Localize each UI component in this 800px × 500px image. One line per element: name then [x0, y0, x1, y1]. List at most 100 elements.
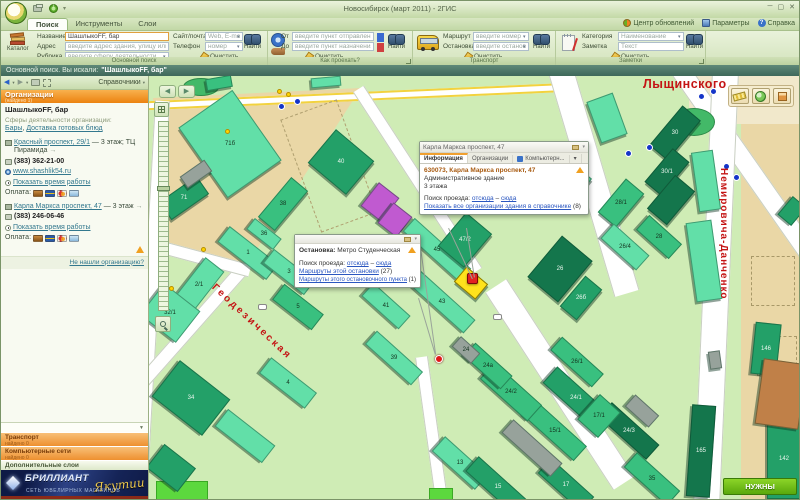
address-link[interactable]: Красный проспект, 29/1: [14, 139, 90, 146]
sphere-link[interactable]: Доставка готовых блюд: [26, 125, 102, 132]
transport-find-button[interactable]: Найти: [533, 33, 550, 50]
ad-banner[interactable]: БРИЛЛИАНТ Якутии СЕТЬ ЮВЕЛИРНЫХ МАГАЗИНО…: [1, 470, 148, 496]
note-input[interactable]: [618, 42, 684, 51]
tab-poisk[interactable]: Поиск: [27, 18, 68, 30]
forward-dropdown-icon[interactable]: ▾: [26, 80, 28, 86]
close-button[interactable]: ✕: [789, 3, 795, 11]
print-icon[interactable]: [572, 145, 579, 150]
working-hours-link[interactable]: Показать время работы: [13, 224, 91, 233]
not-found-link[interactable]: Не нашли организацию?: [70, 259, 145, 266]
from-person-icon[interactable]: [377, 33, 384, 42]
working-hours-link[interactable]: Показать время работы: [13, 179, 91, 188]
directories-button[interactable]: Справочники▾: [98, 79, 145, 86]
transport-route-input[interactable]: [473, 32, 529, 41]
route-to-link[interactable]: сюда: [376, 260, 391, 267]
from-input[interactable]: [292, 32, 374, 41]
route-find-button[interactable]: Найти: [388, 33, 405, 50]
route-to-link[interactable]: сюда: [501, 195, 516, 202]
warning-icon[interactable]: [136, 246, 144, 253]
bus-stop-marker[interactable]: [278, 103, 285, 110]
minimize-button[interactable]: ─: [768, 3, 773, 11]
sidebar-panel-transport[interactable]: Транспорт найдено 0: [1, 432, 148, 446]
select-region-button[interactable]: [43, 79, 51, 87]
globe-tool-button[interactable]: [752, 88, 770, 104]
all-orgs-link[interactable]: Показать все организации здания в справо…: [424, 203, 571, 210]
selected-stop-marker[interactable]: [435, 355, 443, 363]
popup-titlebar[interactable]: Карла Маркса проспект, 47 ▾: [420, 142, 588, 153]
3d-view-button[interactable]: [773, 88, 791, 104]
back-button[interactable]: ◀: [4, 78, 9, 88]
app-logo-button[interactable]: [5, 2, 27, 24]
update-center-button[interactable]: Центр обновлений: [623, 19, 694, 27]
building-icon: [5, 204, 12, 210]
help-button[interactable]: ?Справка: [758, 19, 795, 27]
popup-tabs-overflow[interactable]: ▾: [570, 154, 582, 163]
warning-icon[interactable]: [408, 247, 416, 253]
parameters-button[interactable]: Параметры: [702, 19, 749, 27]
notes-find-button[interactable]: Найти: [686, 33, 703, 50]
phone-dropdown-icon[interactable]: ▾: [237, 44, 240, 50]
group-caption-transport: Транспорт: [413, 57, 555, 65]
map-canvas[interactable]: 71б712/132/13413543640384543413947/21315…: [149, 76, 799, 499]
website-link[interactable]: www.shashlik54.ru: [13, 168, 71, 177]
bus-stop-marker[interactable]: [646, 144, 653, 151]
name-input[interactable]: [65, 32, 169, 41]
goto-map-icon[interactable]: →: [49, 147, 56, 154]
address-input[interactable]: [65, 42, 169, 51]
stop-point-routes-link[interactable]: Маршруты этого остановочного пункта: [299, 277, 407, 283]
chevron-down-icon[interactable]: ▾: [414, 236, 417, 242]
popup-titlebar[interactable]: ▾: [295, 235, 420, 244]
ruler-tool-button[interactable]: [731, 88, 749, 104]
clock-icon: [5, 180, 11, 186]
need-clients-button[interactable]: НУЖНЫ КЛИЕНТЫ?: [723, 478, 797, 495]
sidebar-panel-networks[interactable]: Компьютерные сети найдено 0: [1, 446, 148, 460]
tab-instrumenty[interactable]: Инструменты: [68, 18, 131, 30]
stop-label: Остановка: [443, 42, 475, 51]
back-dropdown-icon[interactable]: ▾: [12, 80, 14, 86]
print-icon[interactable]: [404, 237, 411, 242]
site-dropdown-icon[interactable]: ▾: [237, 34, 240, 40]
to-input[interactable]: [292, 42, 374, 51]
results-collapse-row[interactable]: ▼: [1, 422, 148, 432]
results-header[interactable]: Организации (найдено 1): [1, 90, 148, 103]
route-dialog-launcher[interactable]: [406, 59, 411, 64]
sidebar-panel-extra-layers[interactable]: Дополнительные слои: [1, 460, 148, 470]
map-mode-button[interactable]: [154, 102, 169, 117]
stop-routes-link[interactable]: Маршруты этой остановки: [299, 268, 379, 275]
notes-dialog-launcher[interactable]: [699, 59, 704, 64]
goto-map-icon[interactable]: →: [136, 203, 143, 210]
category-dropdown[interactable]: [618, 32, 684, 41]
sphere-link[interactable]: Бары: [5, 125, 22, 132]
catalog-button[interactable]: Каталог: [7, 32, 29, 52]
route-from-link[interactable]: отсюда: [347, 260, 369, 267]
route-from-link[interactable]: отсюда: [472, 195, 494, 202]
address-link[interactable]: Карла Маркса проспект, 47: [14, 203, 102, 210]
stop-dropdown-icon[interactable]: ▾: [523, 44, 526, 50]
zoom-slider-handle[interactable]: [157, 186, 170, 191]
bus-stop-marker[interactable]: [625, 150, 632, 157]
restore-button[interactable]: ▢: [778, 3, 785, 11]
bus-stop-marker[interactable]: [733, 174, 740, 181]
popup-tab-networks[interactable]: Компьютерн...: [513, 155, 569, 163]
tab-sloi[interactable]: Слои: [130, 18, 164, 30]
to-person-icon[interactable]: [377, 43, 384, 52]
zoom-magnifier-button[interactable]: [155, 316, 171, 332]
payment-visa-icon: [45, 235, 55, 242]
chevron-down-icon[interactable]: ▾: [582, 144, 585, 150]
print-results-button[interactable]: [31, 79, 40, 86]
bus-stop-marker[interactable]: [698, 93, 705, 100]
zoom-slider-track[interactable]: [158, 121, 169, 311]
markers-layer: [149, 76, 799, 499]
stop-input[interactable]: [473, 42, 529, 51]
status-query: "ШашлыкоFF, бар": [101, 67, 167, 74]
warning-icon[interactable]: [576, 167, 584, 173]
category-dropdown-icon[interactable]: ▾: [678, 34, 681, 40]
popup-tab-info[interactable]: Информация: [420, 153, 468, 163]
popup-tab-orgs[interactable]: Организации: [468, 155, 513, 163]
forward-button[interactable]: ▶: [18, 78, 23, 88]
transport-route-dropdown-icon[interactable]: ▾: [523, 34, 526, 40]
pan-right-button[interactable]: ▶: [178, 85, 195, 98]
pan-left-button[interactable]: ◀: [159, 85, 176, 98]
bus-stop-marker[interactable]: [294, 98, 301, 105]
search-find-button[interactable]: Найти: [244, 33, 261, 50]
